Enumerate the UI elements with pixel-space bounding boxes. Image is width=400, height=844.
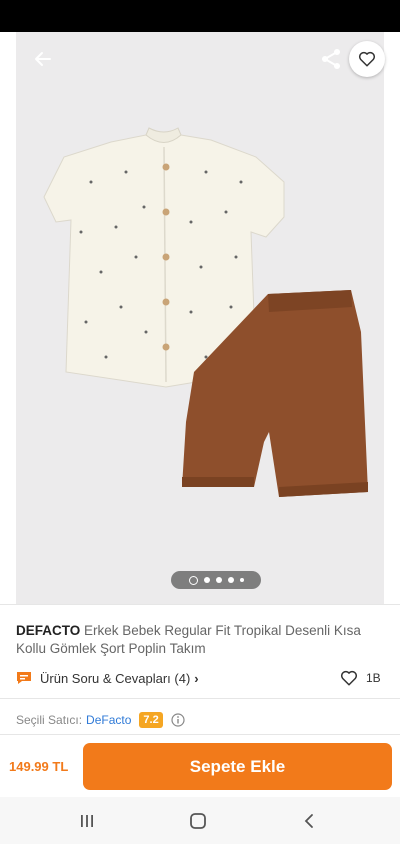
product-image (43, 127, 368, 497)
product-photo[interactable] (16, 32, 384, 604)
back-button[interactable] (26, 42, 60, 76)
seller-score-badge: 7.2 (139, 712, 163, 728)
pagination-dot[interactable] (227, 577, 234, 583)
qa-link[interactable]: Ürün Soru & Cevapları (4) › (16, 668, 199, 688)
like-count: 1B (366, 671, 381, 685)
recent-apps-icon (81, 815, 93, 827)
recent-apps-button[interactable] (75, 809, 99, 833)
system-back-button[interactable] (297, 809, 321, 833)
seller-link[interactable]: DeFacto (86, 713, 131, 727)
favorite-button[interactable] (349, 41, 385, 77)
pagination-dot[interactable] (215, 577, 222, 583)
qa-label[interactable]: Ürün Soru & Cevapları (4) (40, 671, 190, 686)
status-bar (0, 0, 400, 32)
seller-label: Seçili Satıcı: (16, 713, 83, 727)
back-icon (304, 814, 313, 828)
pagination-dot-active[interactable] (188, 575, 198, 585)
heart-outline-icon (358, 51, 376, 67)
seller-info: Seçili Satıcı: DeFacto 7.2 (16, 710, 185, 730)
home-button[interactable] (186, 809, 210, 833)
heart-outline-icon (340, 670, 358, 686)
product-title: DEFACTO Erkek Bebek Regular Fit Tropikal… (16, 622, 386, 658)
product-brand[interactable]: DEFACTO (16, 623, 80, 638)
pagination-dot[interactable] (203, 577, 210, 583)
share-icon (322, 49, 340, 69)
arrow-left-icon (35, 52, 51, 66)
share-button[interactable] (314, 42, 348, 76)
divider (0, 604, 400, 605)
chat-bubble-icon (17, 672, 31, 684)
home-icon (190, 813, 206, 829)
divider (0, 734, 400, 735)
chevron-right-icon: › (194, 670, 199, 686)
price: 149.99 TL (9, 759, 69, 774)
add-to-cart-button[interactable]: Sepete Ekle (83, 743, 392, 790)
image-pagination[interactable] (171, 571, 261, 589)
system-nav-bar (0, 797, 400, 844)
like-counter[interactable]: 1B (340, 668, 381, 688)
pagination-dot[interactable] (239, 578, 244, 582)
divider (0, 698, 400, 699)
info-icon[interactable] (171, 713, 185, 727)
product-gallery[interactable] (0, 32, 400, 604)
